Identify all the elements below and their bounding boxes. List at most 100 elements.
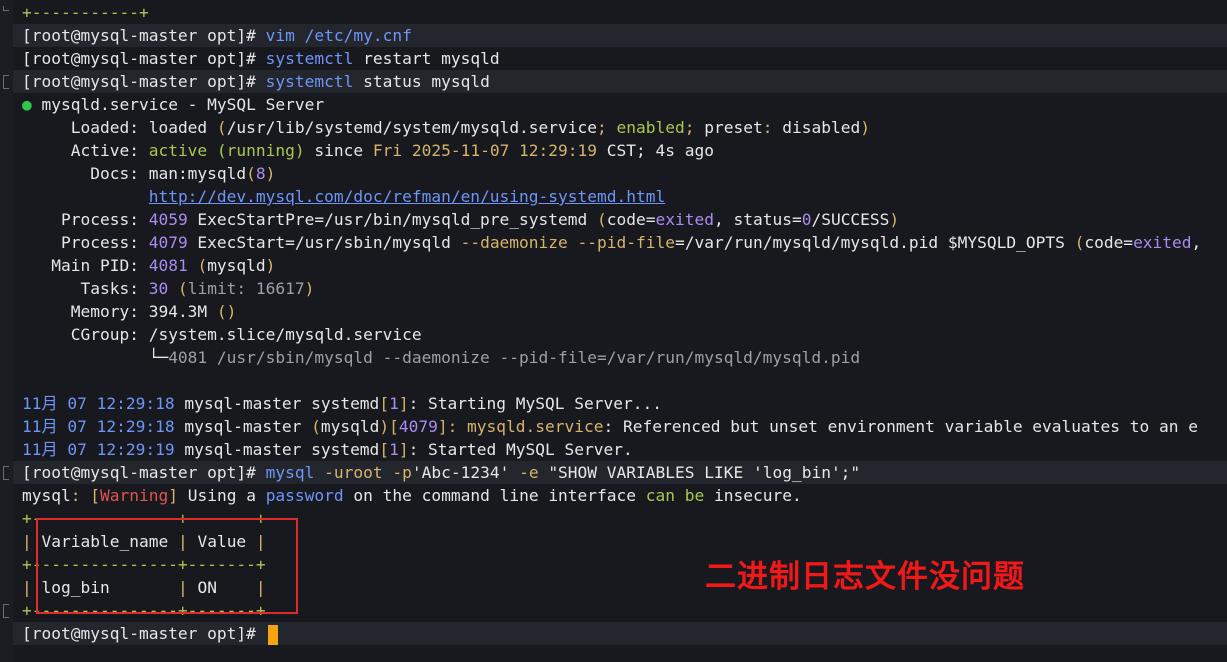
terminal-text: ) xyxy=(860,118,870,137)
terminal-text: can be xyxy=(645,486,705,505)
terminal-text: =/var/run/mysqld/mysqld.pid $MYSQLD_OPTS xyxy=(675,233,1075,252)
terminal-text: -e xyxy=(509,463,549,482)
terminal-text: 1 xyxy=(389,394,399,413)
terminal-text: 4079 xyxy=(398,417,438,436)
terminal-text: [ xyxy=(389,417,399,436)
terminal-text: ) xyxy=(265,164,276,183)
terminal-text: mysql-master systemd xyxy=(174,394,380,413)
text-cursor[interactable] xyxy=(267,624,278,645)
terminal-line: Process: 4079 ExecStart=/usr/sbin/mysqld… xyxy=(22,231,1201,254)
terminal-text: 11月 07 12:29:18 xyxy=(22,394,175,413)
terminal-line: Memory: 394.3M () xyxy=(22,300,237,323)
terminal-text: 11月 07 12:29:19 xyxy=(22,440,175,459)
terminal-line: [root@mysql-master opt]# xyxy=(22,622,278,645)
terminal-text: active (running) xyxy=(148,141,305,160)
terminal-text: ] xyxy=(398,440,409,459)
terminal-text[interactable]: http://dev.mysql.com/doc/refman/en/using… xyxy=(149,187,666,206)
terminal-text: ) xyxy=(889,210,900,229)
fold-marker[interactable] xyxy=(3,6,9,11)
terminal-text: Memory: xyxy=(22,302,149,321)
terminal-text: ( xyxy=(197,256,208,275)
terminal-text: password xyxy=(265,486,344,505)
terminal-line: [root@mysql-master opt]# vim /etc/my.cnf xyxy=(22,24,412,47)
terminal-text: [root@mysql-master opt]# xyxy=(22,49,266,68)
terminal-text: 0 xyxy=(801,210,812,229)
terminal-text: /SUCCESS xyxy=(811,210,890,229)
terminal-text: 4059 xyxy=(148,210,188,229)
terminal-text: 4081 /usr/sbin/mysqld --daemonize --pid-… xyxy=(168,348,861,367)
terminal-text: mysql-master systemd xyxy=(174,440,380,459)
terminal-text: 8 xyxy=(255,164,266,183)
terminal-text: [ xyxy=(90,486,100,505)
terminal-text: [root@mysql-master opt]# xyxy=(22,26,266,45)
terminal-text: loaded xyxy=(148,118,208,137)
terminal-text: ( xyxy=(311,417,321,436)
terminal-text: ] xyxy=(398,394,409,413)
terminal-line: [root@mysql-master opt]# mysql -uroot -p… xyxy=(22,461,860,484)
terminal-text: : Referenced but unset environment varia… xyxy=(603,417,1199,436)
terminal-text: CGroup: xyxy=(22,325,149,344)
terminal-text: exited xyxy=(1133,233,1192,252)
terminal-text: mysql xyxy=(265,463,315,482)
terminal-text: Process: xyxy=(22,233,149,252)
terminal-text: /system.slice/mysqld.service xyxy=(148,325,422,344)
terminal-text: CST; 4s ago xyxy=(597,141,714,160)
terminal-text: disabled xyxy=(782,118,861,137)
terminal-line: mysql: [Warning] Using a password on the… xyxy=(22,484,802,507)
terminal-text: systemctl xyxy=(265,49,354,68)
terminal-text: Tasks: xyxy=(22,279,149,298)
annotation-text: 二进制日志文件没问题 xyxy=(705,559,1025,595)
terminal-text: 4081 xyxy=(148,256,188,275)
terminal-text: [root@mysql-master opt]# xyxy=(22,72,266,91)
terminal-text: ] xyxy=(168,486,178,505)
terminal-text: 1 xyxy=(389,440,399,459)
terminal-text: code= xyxy=(606,210,656,229)
terminal-text: : Started MySQL Server. xyxy=(408,440,633,459)
terminal-text: () xyxy=(207,302,237,321)
terminal-text: 394.3M xyxy=(148,302,208,321)
terminal-text: ( xyxy=(597,210,607,229)
fold-marker[interactable] xyxy=(3,604,9,618)
terminal-text: [root@mysql-master opt]# xyxy=(22,463,266,482)
highlight-box xyxy=(36,518,298,614)
terminal-text: --daemonize xyxy=(460,233,568,252)
terminal-line: Main PID: 4081 (mysqld) xyxy=(22,254,275,277)
terminal-text: , xyxy=(1191,233,1202,252)
terminal-text: ● xyxy=(22,95,32,114)
terminal-line: http://dev.mysql.com/doc/refman/en/using… xyxy=(22,185,666,208)
terminal-line: CGroup: /system.slice/mysqld.service xyxy=(22,323,422,346)
terminal-text: --pid-file xyxy=(577,233,675,252)
terminal-text: limit: 16617 xyxy=(187,279,305,298)
terminal-text: ] xyxy=(437,417,448,436)
terminal-text: code= xyxy=(1084,233,1134,252)
terminal-text: [root@mysql-master opt]# xyxy=(22,624,266,643)
terminal-text: Using a xyxy=(177,486,266,505)
fold-marker[interactable] xyxy=(3,466,9,480)
terminal-text: Active: xyxy=(22,141,149,160)
terminal-text: Process: xyxy=(22,210,149,229)
terminal-text: ExecStart=/usr/sbin/mysqld xyxy=(187,233,461,252)
terminal-window[interactable]: +-----------+ [root@mysql-master opt]# vi… xyxy=(0,0,1227,662)
terminal-text: 30 xyxy=(148,279,169,298)
terminal-line: └─4081 /usr/sbin/mysqld --daemonize --pi… xyxy=(22,346,860,369)
terminal-line: Loaded: loaded (/usr/lib/systemd/system/… xyxy=(22,116,870,139)
terminal-text: status mysqld xyxy=(353,72,490,91)
terminal-text: preset xyxy=(704,118,763,137)
terminal-text: mysqld.service - MySQL Server xyxy=(31,95,325,114)
fold-marker[interactable] xyxy=(3,75,9,89)
terminal-text: on the command line interface xyxy=(343,486,646,505)
terminal-text: restart mysqld xyxy=(353,49,500,68)
terminal-text: : xyxy=(70,486,91,505)
terminal-text: [ xyxy=(379,394,390,413)
terminal-gutter xyxy=(0,0,13,662)
terminal-text: mysql xyxy=(22,486,71,505)
terminal-text: ; xyxy=(597,118,617,137)
terminal-text: +-----------+ xyxy=(22,3,149,22)
terminal-text: enabled xyxy=(616,118,685,137)
terminal-text: Loaded: xyxy=(22,118,149,137)
terminal-text: : mysqld.service xyxy=(447,417,604,436)
terminal-text: Main PID: xyxy=(22,256,149,275)
